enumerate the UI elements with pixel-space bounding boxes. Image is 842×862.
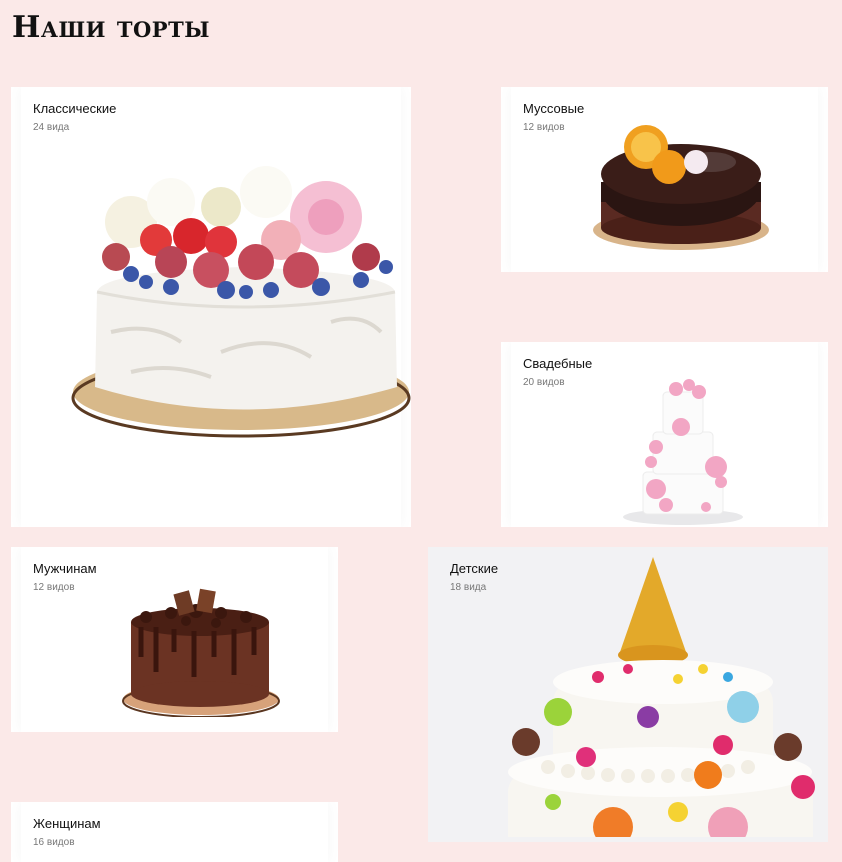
card-count: 12 видов <box>523 122 565 133</box>
mousse-cake-image <box>593 125 769 250</box>
category-card-mousse[interactable]: Муссовые 12 видов <box>501 87 828 272</box>
card-title: Свадебные <box>523 356 593 371</box>
card-title: Муссовые <box>523 101 585 116</box>
card-count: 18 вида <box>450 582 487 593</box>
card-count: 16 видов <box>33 837 75 848</box>
category-card-men[interactable]: Мужчинам 12 видов <box>11 547 338 732</box>
card-count: 12 видов <box>33 582 75 593</box>
classic-cake-image <box>71 166 411 438</box>
kids-cake-image <box>508 557 815 837</box>
category-card-wedding[interactable]: Свадебные 20 видов <box>501 342 828 527</box>
card-title: Классические <box>33 101 117 116</box>
card-title: Детские <box>450 561 499 576</box>
wedding-cake-image <box>623 379 743 525</box>
category-card-kids[interactable]: Детские 18 вида <box>428 547 828 842</box>
category-card-women[interactable]: Женщинам 16 видов <box>11 802 338 862</box>
card-count: 24 вида <box>33 122 70 133</box>
page-title: Наши торты <box>12 10 210 45</box>
card-count: 20 видов <box>523 377 565 388</box>
card-shadow <box>21 802 328 862</box>
card-title: Мужчинам <box>33 561 97 576</box>
card-title: Женщинам <box>33 816 101 831</box>
chocolate-cake-image <box>122 588 280 717</box>
category-card-classic[interactable]: Классические 24 вида <box>11 87 411 527</box>
